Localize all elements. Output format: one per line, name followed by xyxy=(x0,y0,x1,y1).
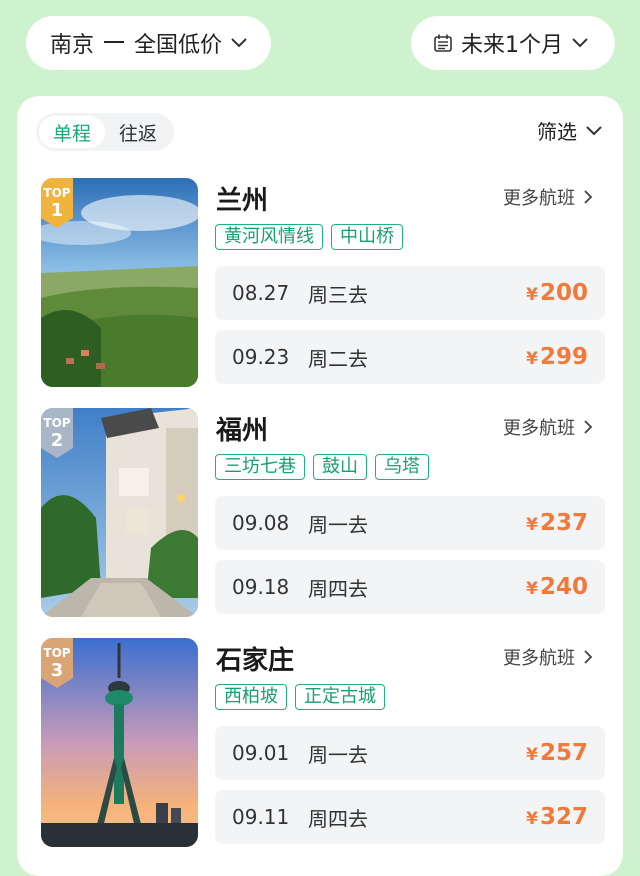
more-flights-link[interactable]: 更多航班 xyxy=(503,184,595,210)
destination-photo: TOP 1 xyxy=(41,178,198,387)
currency-symbol: ¥ xyxy=(526,745,538,765)
more-flights-label: 更多航班 xyxy=(503,418,575,439)
currency-symbol: ¥ xyxy=(526,349,538,369)
flight-option[interactable]: 09.08 周一去 ¥237 xyxy=(215,496,605,550)
route-selector[interactable]: 南京 全国低价 xyxy=(26,16,271,70)
city-name: 石家庄 xyxy=(216,646,295,676)
calendar-icon xyxy=(434,34,452,52)
flight-date: 09.01 xyxy=(232,741,290,765)
flight-price: ¥327 xyxy=(526,804,588,830)
more-flights-label: 更多航班 xyxy=(503,648,575,669)
attraction-tag: 三坊七巷 xyxy=(215,454,305,480)
chevron-down-icon xyxy=(231,38,247,48)
more-flights-link[interactable]: 更多航班 xyxy=(503,644,595,670)
flight-date: 08.27 xyxy=(232,281,290,305)
tab-one-way[interactable]: 单程 xyxy=(39,116,105,148)
flight-day: 周三去 xyxy=(308,282,368,307)
city-name: 福州 xyxy=(216,416,269,446)
currency-symbol: ¥ xyxy=(526,285,538,305)
price-value: 299 xyxy=(539,344,588,370)
badge-rank: 3 xyxy=(50,660,64,681)
flight-day: 周二去 xyxy=(308,346,368,371)
flight-date: 09.08 xyxy=(232,511,290,535)
route-dash xyxy=(104,41,125,43)
flight-option[interactable]: 09.23 周二去 ¥299 xyxy=(215,330,605,384)
tab-round-trip[interactable]: 往返 xyxy=(105,116,171,148)
route-from: 南京 xyxy=(50,33,95,58)
badge-rank: 1 xyxy=(50,200,64,221)
price-value: 237 xyxy=(539,510,588,536)
tag-list: 黄河风情线 中山桥 xyxy=(215,224,403,250)
flight-day: 周一去 xyxy=(308,742,368,767)
currency-symbol: ¥ xyxy=(526,809,538,829)
flight-price: ¥240 xyxy=(526,574,588,600)
attraction-tag: 西柏坡 xyxy=(215,684,287,710)
chevron-right-icon xyxy=(584,650,593,664)
flight-date: 09.11 xyxy=(232,805,290,829)
flight-price: ¥237 xyxy=(526,510,588,536)
badge-rank: 2 xyxy=(50,430,64,451)
filter-label: 筛选 xyxy=(537,120,577,144)
results-panel: 单程 往返 筛选 TOP 1 兰州 更多航班 黄河风情线 中山桥 08.27 周… xyxy=(17,96,623,876)
more-flights-link[interactable]: 更多航班 xyxy=(503,414,595,440)
destination-photo: TOP 2 xyxy=(41,408,198,617)
destination-card[interactable]: TOP 2 福州 更多航班 三坊七巷 鼓山 乌塔 09.08 周一去 ¥237 … xyxy=(17,408,623,628)
destination-photo: TOP 3 xyxy=(41,638,198,847)
flight-date: 09.23 xyxy=(232,345,290,369)
flight-option[interactable]: 09.01 周一去 ¥257 xyxy=(215,726,605,780)
currency-symbol: ¥ xyxy=(526,579,538,599)
rank-badge: TOP 1 xyxy=(41,178,77,228)
more-flights-label: 更多航班 xyxy=(503,188,575,209)
rank-badge: TOP 2 xyxy=(41,408,77,458)
chevron-down-icon xyxy=(586,125,602,135)
rank-badge: TOP 3 xyxy=(41,638,77,688)
route-to: 全国低价 xyxy=(134,33,223,58)
tag-list: 三坊七巷 鼓山 乌塔 xyxy=(215,454,429,480)
price-value: 257 xyxy=(539,740,588,766)
attraction-tag: 鼓山 xyxy=(313,454,367,480)
badge-top-label: TOP xyxy=(43,186,71,200)
flight-day: 周一去 xyxy=(308,512,368,537)
flight-option[interactable]: 09.11 周四去 ¥327 xyxy=(215,790,605,844)
attraction-tag: 乌塔 xyxy=(375,454,429,480)
flight-price: ¥200 xyxy=(526,280,588,306)
flight-price: ¥299 xyxy=(526,344,588,370)
flight-option[interactable]: 08.27 周三去 ¥200 xyxy=(215,266,605,320)
flight-day: 周四去 xyxy=(308,806,368,831)
flight-day: 周四去 xyxy=(308,576,368,601)
top-bar: 南京 全国低价 未来1个月 xyxy=(0,0,640,90)
trip-type-tabs: 单程 往返 xyxy=(36,113,174,151)
badge-top-label: TOP xyxy=(43,416,71,430)
flight-date: 09.18 xyxy=(232,575,290,599)
date-selector[interactable]: 未来1个月 xyxy=(411,16,615,70)
destination-card[interactable]: TOP 3 石家庄 更多航班 西柏坡 正定古城 09.01 周一去 ¥257 0… xyxy=(17,638,623,858)
tag-list: 西柏坡 正定古城 xyxy=(215,684,385,710)
date-range: 未来1个月 xyxy=(461,33,563,58)
attraction-tag: 黄河风情线 xyxy=(215,224,323,250)
price-value: 327 xyxy=(539,804,588,830)
currency-symbol: ¥ xyxy=(526,515,538,535)
destination-card[interactable]: TOP 1 兰州 更多航班 黄河风情线 中山桥 08.27 周三去 ¥200 0… xyxy=(17,178,623,398)
chevron-down-icon xyxy=(572,38,588,48)
attraction-tag: 正定古城 xyxy=(295,684,385,710)
price-value: 240 xyxy=(539,574,588,600)
chevron-right-icon xyxy=(584,190,593,204)
attraction-tag: 中山桥 xyxy=(331,224,403,250)
filter-button[interactable]: 筛选 xyxy=(537,116,603,145)
chevron-right-icon xyxy=(584,420,593,434)
flight-option[interactable]: 09.18 周四去 ¥240 xyxy=(215,560,605,614)
flight-price: ¥257 xyxy=(526,740,588,766)
price-value: 200 xyxy=(539,280,588,306)
city-name: 兰州 xyxy=(216,186,269,216)
badge-top-label: TOP xyxy=(43,646,71,660)
